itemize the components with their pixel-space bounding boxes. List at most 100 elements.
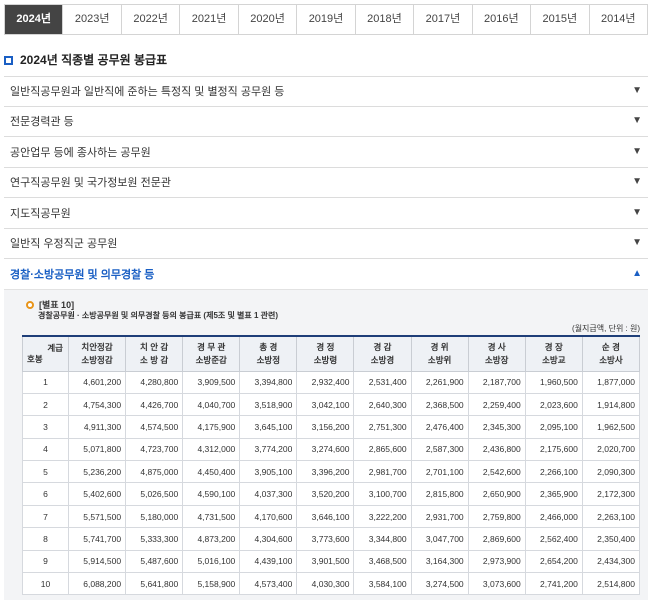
police-rank-label: 순 경 <box>601 341 620 352</box>
salary-cell: 2,587,300 <box>410 437 469 462</box>
salary-cell: 5,071,800 <box>67 437 127 462</box>
pay-table-panel: [별표 10] 경찰공무원 · 소방공무원 및 의무경찰 등의 봉급표 (제5조… <box>4 289 648 600</box>
year-tab[interactable]: 2020년 <box>238 5 298 34</box>
salary-cell: 5,741,700 <box>67 527 127 551</box>
salary-cell: 3,100,700 <box>353 482 412 506</box>
year-tabs: 2024년 2023년 2022년 2021년 2020년 2019년 2018년 2017년… <box>4 4 648 35</box>
step-cell: 4 <box>22 437 69 462</box>
salary-cell: 4,574,500 <box>125 415 184 439</box>
salary-cell: 5,026,500 <box>125 482 184 506</box>
salary-cell: 4,911,300 <box>67 415 127 439</box>
police-rank-label: 경 정 <box>316 341 335 352</box>
salary-cell: 3,047,700 <box>410 527 469 551</box>
step-cell: 5 <box>22 460 69 484</box>
salary-cell: 1,962,500 <box>581 415 641 439</box>
year-tab[interactable]: 2018년 <box>355 5 415 34</box>
year-tab[interactable]: 2022년 <box>121 5 181 34</box>
salary-cell: 4,723,700 <box>125 437 184 462</box>
year-tab[interactable]: 2019년 <box>297 5 356 34</box>
table-header-row: 계급 호봉 치안정감 소방정감 치 안 감소 방 감경 무 관 소방준감 총 경 소방정 경… <box>22 335 641 372</box>
police-rank-label: 경 장 <box>544 341 563 352</box>
corner-step-label: 호봉 <box>27 353 43 364</box>
accordion-item[interactable]: 일반직공무원과 일반직에 준하는 특정직 및 별정직 공무원 등 ▼ <box>4 76 648 107</box>
year-tab[interactable]: 2016년 <box>472 5 532 34</box>
year-tab[interactable]: 2017년 <box>414 5 473 34</box>
accordion-item[interactable]: 연구직공무원 및 국가정보원 전문관 ▼ <box>4 168 648 198</box>
year-tab[interactable]: 2014년 <box>589 5 648 34</box>
salary-cell: 4,754,300 <box>67 392 127 417</box>
step-cell: 2 <box>22 392 69 417</box>
year-tab[interactable]: 2024년 <box>5 5 64 34</box>
unit-note: (월지급액, 단위 : 원) <box>572 324 640 333</box>
accordion-item[interactable]: 경찰·소방공무원 및 의무경찰 등 ▲ <box>4 259 648 290</box>
accordion-item[interactable]: 공안업무 등에 종사하는 공무원 ▼ <box>4 137 648 168</box>
step-cell: 1 <box>22 370 69 394</box>
salary-cell: 2,741,200 <box>524 572 583 596</box>
rank-header: 경 장소방교 <box>524 335 583 372</box>
salary-cell: 2,654,200 <box>524 549 583 574</box>
salary-cell: 4,573,400 <box>239 572 298 596</box>
year-tab[interactable]: 2015년 <box>531 5 590 34</box>
salary-cell: 3,468,500 <box>353 549 412 574</box>
table-row: 5 5,236,200 4,875,000 4,450,400 3,905,100 3,3… <box>22 460 641 484</box>
salary-cell: 2,650,900 <box>467 482 526 506</box>
triangle-down-icon: ▼ <box>632 145 642 157</box>
salary-cell: 3,274,500 <box>410 572 469 596</box>
salary-cell: 3,774,200 <box>239 437 298 462</box>
salary-cell: 5,236,200 <box>67 460 127 484</box>
salary-cell: 2,869,600 <box>467 527 526 551</box>
salary-cell: 4,037,300 <box>239 482 298 506</box>
salary-cell: 4,731,500 <box>182 504 241 529</box>
salary-cell: 4,280,800 <box>125 370 184 394</box>
corner-rank-label: 계급 <box>47 343 63 353</box>
salary-cell: 5,487,600 <box>125 549 184 574</box>
page-title: 2024년 직종별 공무원 봉급표 <box>4 50 167 70</box>
step-cell: 3 <box>22 415 69 439</box>
salary-cell: 2,266,100 <box>524 460 583 484</box>
salary-cell: 4,312,000 <box>182 437 241 462</box>
step-cell: 8 <box>22 527 69 551</box>
accordion-item[interactable]: 일반직 우정직군 공무원 ▼ <box>4 229 648 259</box>
salary-cell: 2,259,400 <box>467 392 526 417</box>
salary-cell: 2,187,700 <box>467 370 526 394</box>
salary-cell: 3,520,200 <box>296 482 355 506</box>
salary-cell: 1,877,000 <box>581 370 641 394</box>
accordion-item[interactable]: 지도직공무원 ▼ <box>4 198 648 229</box>
step-cell: 10 <box>22 572 69 596</box>
accordion-item-label: 연구직공무원 및 국가정보원 전문관 <box>10 177 171 190</box>
salary-cell: 2,175,600 <box>524 437 583 462</box>
table-row: 9 5,914,500 5,487,600 5,016,100 4,439,100 3,9… <box>22 549 641 574</box>
salary-cell: 2,020,700 <box>581 437 641 462</box>
salary-cell: 2,931,700 <box>410 504 469 529</box>
salary-cell: 2,090,300 <box>581 460 641 484</box>
fire-rank-label: 소방경 <box>370 354 395 365</box>
page-title-text: 2024년 직종별 공무원 봉급표 <box>20 53 168 67</box>
accordion-item[interactable]: 전문경력관 등 ▼ <box>4 107 648 137</box>
salary-cell: 2,514,800 <box>581 572 641 596</box>
salary-cell: 2,095,100 <box>524 415 583 439</box>
salary-cell: 4,304,600 <box>239 527 298 551</box>
salary-cell: 4,601,200 <box>67 370 127 394</box>
salary-cell: 2,172,300 <box>581 482 641 506</box>
triangle-down-icon: ▼ <box>632 85 642 97</box>
rank-header: 치 안 감소 방 감 <box>125 335 184 372</box>
rank-header: 경 사 소방장 <box>467 335 526 372</box>
triangle-down-icon: ▼ <box>632 237 642 249</box>
table-row: 7 5,571,500 5,180,000 4,731,500 4,170,600 3,6… <box>22 504 641 529</box>
fire-rank-label: 소 방 감 <box>140 354 169 365</box>
salary-cell: 3,773,600 <box>296 527 355 551</box>
salary-cell: 4,170,600 <box>239 504 298 529</box>
fire-rank-label: 소방교 <box>542 354 566 365</box>
rank-header: 경 위 소방위 <box>410 335 469 372</box>
salary-cell: 2,365,900 <box>524 482 583 506</box>
year-tab[interactable]: 2023년 <box>63 5 122 34</box>
salary-cell: 1,960,500 <box>524 370 583 394</box>
year-tab[interactable]: 2021년 <box>180 5 239 34</box>
salary-cell: 2,759,800 <box>467 504 526 529</box>
salary-cell: 3,156,200 <box>296 415 355 439</box>
salary-cell: 5,180,000 <box>125 504 184 529</box>
police-rank-label: 경 위 <box>430 341 449 352</box>
salary-cell: 2,436,800 <box>467 437 526 462</box>
salary-cell: 2,751,300 <box>353 415 412 439</box>
salary-cell: 2,263,100 <box>581 504 641 529</box>
